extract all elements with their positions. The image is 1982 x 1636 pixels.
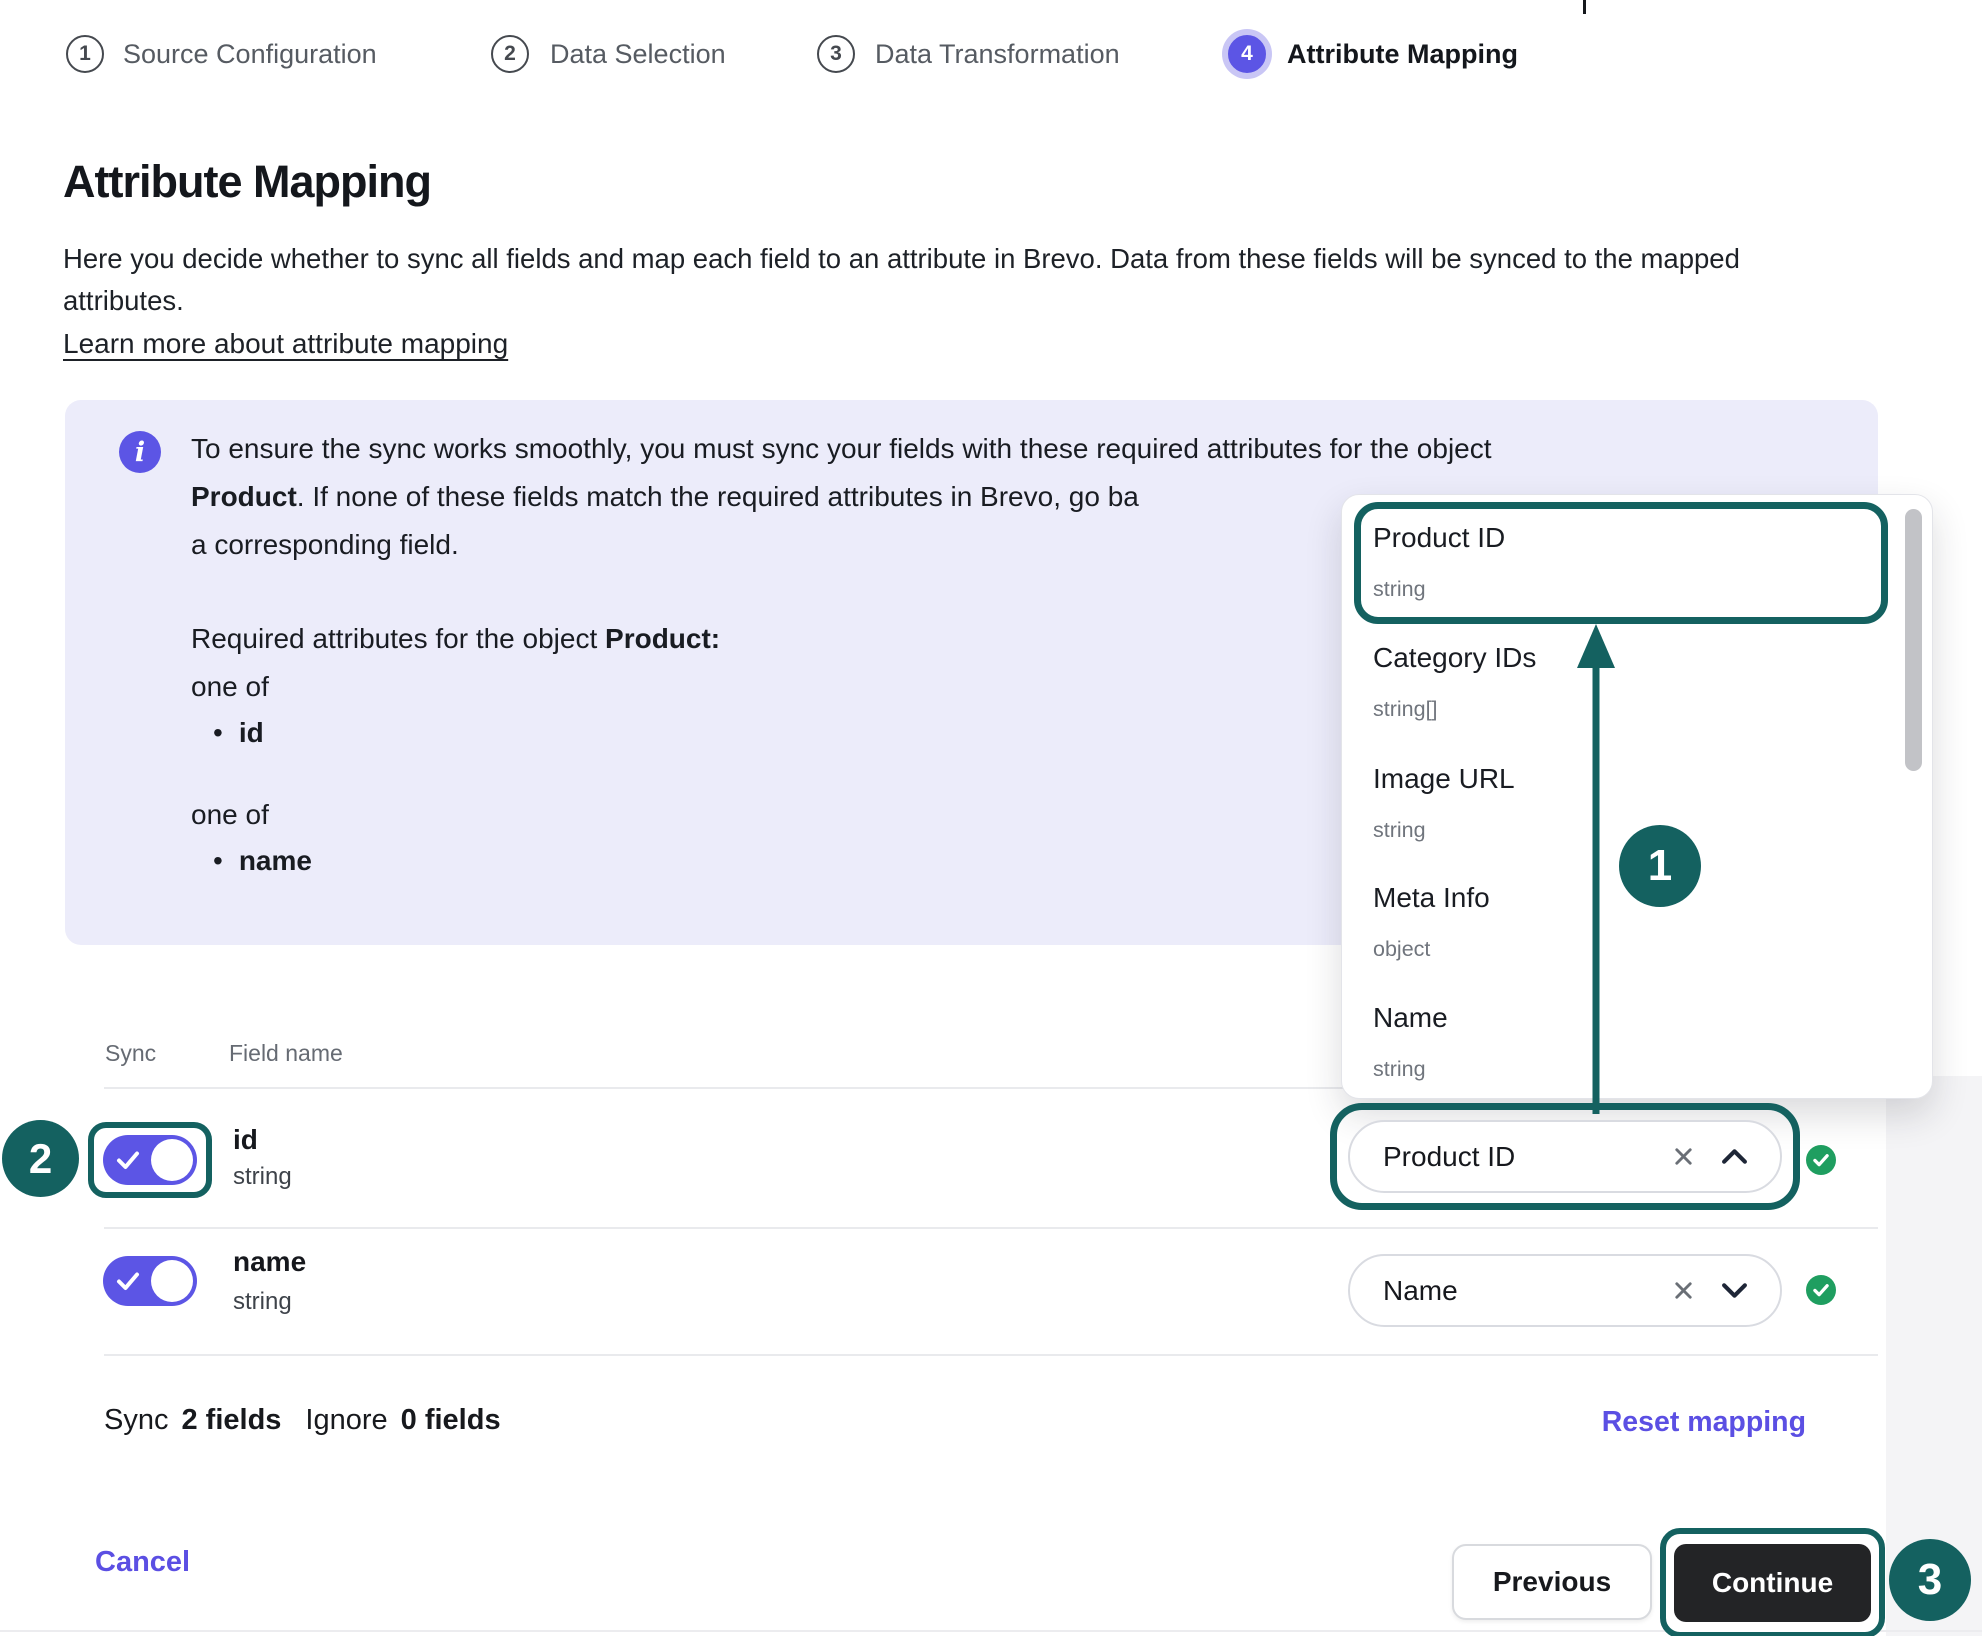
selected-attribute: Product ID <box>1383 1141 1672 1173</box>
step-4-circle-active[interactable]: 4 <box>1228 35 1266 73</box>
sync-summary-label: Sync <box>104 1404 168 1437</box>
info-text-line2: Product. If none of these fields match t… <box>191 481 1139 513</box>
mapping-valid-icon <box>1806 1145 1836 1175</box>
annotation-badge-3: 3 <box>1889 1539 1971 1621</box>
sync-summary: Sync 2 fields Ignore 0 fields <box>104 1404 501 1437</box>
dropdown-option-type: object <box>1373 937 1430 962</box>
dropdown-option-category-ids[interactable]: Category IDs <box>1373 642 1536 674</box>
attribute-mapping-page: 1 Source Configuration 2 Data Selection … <box>0 0 1982 1636</box>
annotation-badge-1: 1 <box>1619 825 1701 907</box>
column-header-field-name: Field name <box>229 1040 343 1067</box>
required-attributes-heading: Required attributes for the object Produ… <box>191 623 720 655</box>
check-icon <box>116 1148 140 1172</box>
previous-button[interactable]: Previous <box>1452 1544 1652 1620</box>
attribute-select-id[interactable]: Product ID <box>1348 1120 1782 1193</box>
cancel-link[interactable]: Cancel <box>95 1546 190 1579</box>
text-cursor-artifact <box>1583 0 1586 14</box>
required-attribute-name: •name <box>213 845 312 877</box>
info-text-line1: To ensure the sync works smoothly, you m… <box>191 433 1492 465</box>
info-object-name: Product <box>191 481 297 512</box>
sync-toggle-id[interactable] <box>103 1135 197 1185</box>
dropdown-option-type: string <box>1373 818 1426 843</box>
selected-attribute: Name <box>1383 1275 1672 1307</box>
dropdown-option-image-url[interactable]: Image URL <box>1373 763 1515 795</box>
mapping-valid-icon <box>1806 1275 1836 1305</box>
step-1-circle[interactable]: 1 <box>66 35 104 73</box>
dropdown-option-name[interactable]: Name <box>1373 1002 1448 1034</box>
dropdown-option-type: string[] <box>1373 697 1438 722</box>
required-attribute-id: •id <box>213 717 264 749</box>
continue-button[interactable]: Continue <box>1674 1544 1871 1622</box>
chevron-up-icon[interactable] <box>1721 1148 1748 1165</box>
chevron-down-icon[interactable] <box>1721 1282 1748 1299</box>
step-3-label[interactable]: Data Transformation <box>875 39 1120 70</box>
reset-mapping-link[interactable]: Reset mapping <box>1602 1406 1806 1439</box>
scrollbar-thumb[interactable] <box>1905 509 1922 771</box>
toggle-knob <box>151 1260 193 1302</box>
toggle-knob <box>151 1139 193 1181</box>
ignore-count: 0 fields <box>401 1404 501 1437</box>
annotation-badge-2: 2 <box>2 1120 79 1197</box>
clear-icon[interactable] <box>1672 1145 1695 1168</box>
bullet-icon: • <box>213 845 223 876</box>
ignore-summary-label: Ignore <box>305 1404 387 1437</box>
table-divider <box>104 1354 1878 1356</box>
page-description: Here you decide whether to sync all fiel… <box>63 238 1813 322</box>
sync-toggle-name[interactable] <box>103 1256 197 1306</box>
bullet-icon: • <box>213 717 223 748</box>
field-name: name <box>233 1246 306 1278</box>
step-3-circle[interactable]: 3 <box>817 35 855 73</box>
step-1-label[interactable]: Source Configuration <box>123 39 377 70</box>
step-2-circle[interactable]: 2 <box>491 35 529 73</box>
table-divider <box>104 1227 1878 1229</box>
sync-count: 2 fields <box>181 1404 281 1437</box>
learn-more-link[interactable]: Learn more about attribute mapping <box>63 328 508 360</box>
info-text-line3: a corresponding field. <box>191 529 459 561</box>
step-4-label[interactable]: Attribute Mapping <box>1287 39 1518 70</box>
dropdown-option-meta-info[interactable]: Meta Info <box>1373 882 1490 914</box>
field-name: id <box>233 1124 258 1156</box>
clear-icon[interactable] <box>1672 1279 1695 1302</box>
check-icon <box>116 1269 140 1293</box>
field-type: string <box>233 1288 292 1316</box>
footer-divider <box>0 1630 1982 1632</box>
dropdown-option-type: string <box>1373 577 1426 602</box>
field-type: string <box>233 1163 292 1191</box>
page-title: Attribute Mapping <box>63 156 431 208</box>
dropdown-option-type: string <box>1373 1057 1426 1082</box>
one-of-label-2: one of <box>191 799 269 831</box>
dropdown-option-product-id[interactable]: Product ID <box>1373 522 1505 554</box>
column-header-sync: Sync <box>105 1040 156 1067</box>
info-icon: i <box>119 431 161 473</box>
step-2-label[interactable]: Data Selection <box>550 39 726 70</box>
one-of-label-1: one of <box>191 671 269 703</box>
attribute-select-name[interactable]: Name <box>1348 1254 1782 1327</box>
attribute-dropdown-panel: Product ID string Category IDs string[] … <box>1341 494 1933 1099</box>
